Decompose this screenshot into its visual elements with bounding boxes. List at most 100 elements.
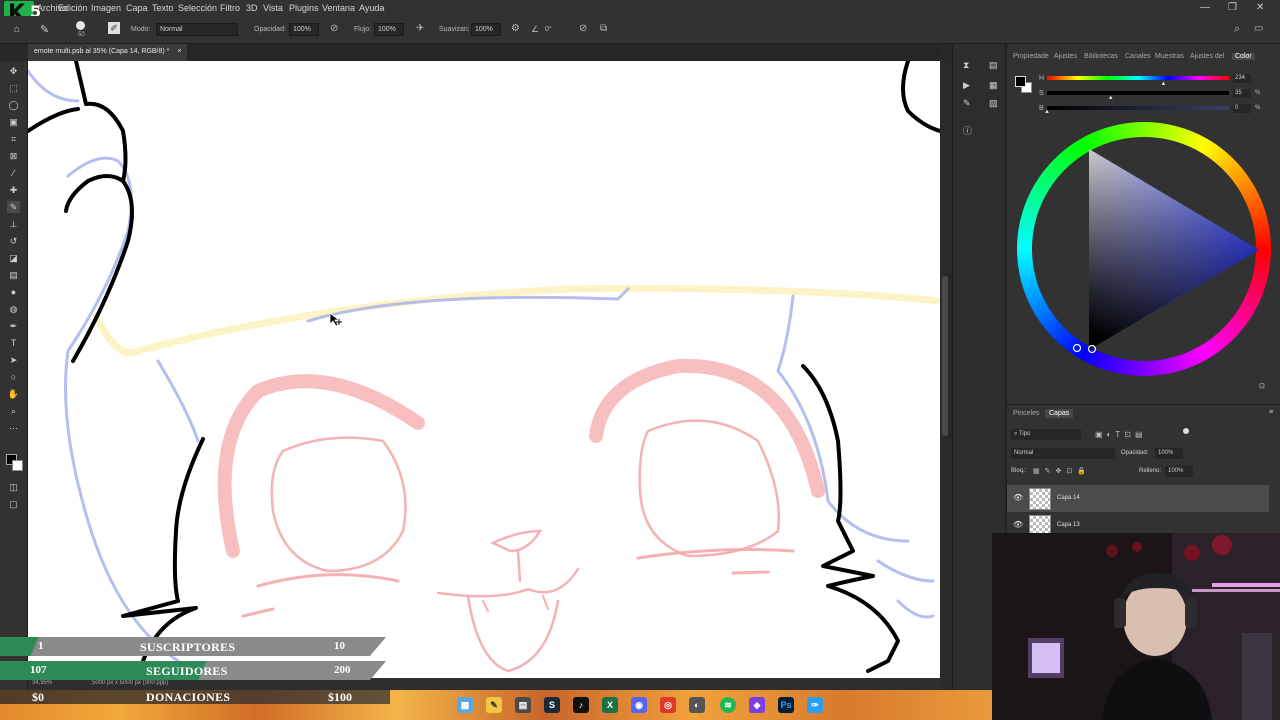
hue-slider-thumb[interactable]: ▲ bbox=[1160, 81, 1166, 87]
object-select-tool-icon[interactable]: ▣ bbox=[7, 116, 20, 128]
hand-tool-icon[interactable]: ✋ bbox=[7, 388, 20, 400]
shape-tool-icon[interactable]: ○ bbox=[7, 371, 20, 383]
drawing-canvas[interactable] bbox=[28, 61, 940, 690]
maximize-icon[interactable]: ❐ bbox=[1228, 2, 1237, 13]
quick-mask-icon[interactable]: ◫ bbox=[7, 481, 20, 493]
calculator-icon[interactable]: ▤ bbox=[515, 697, 531, 713]
tab-ajustes-del[interactable]: Ajustes del bbox=[1190, 53, 1224, 60]
canvas-vertical-scrollbar[interactable] bbox=[940, 61, 950, 690]
menu-filtro[interactable]: Filtro bbox=[220, 3, 240, 13]
flow-input[interactable]: 100% bbox=[374, 23, 404, 36]
crop-tool-icon[interactable]: ⌗ bbox=[7, 133, 20, 145]
info-panel-icon[interactable]: ⓘ bbox=[963, 124, 972, 137]
menu-vista[interactable]: Vista bbox=[263, 3, 283, 13]
filter-toggle-icon[interactable] bbox=[1183, 428, 1189, 434]
airbrush-icon[interactable]: ✈ bbox=[416, 23, 424, 34]
move-tool-icon[interactable]: ✥ bbox=[7, 65, 20, 77]
close-icon[interactable]: ✕ bbox=[1256, 2, 1264, 13]
tab-ajustes[interactable]: Ajustes bbox=[1054, 53, 1077, 60]
brightness-slider-thumb[interactable]: ▲ bbox=[1044, 109, 1050, 115]
menu-texto[interactable]: Texto bbox=[152, 3, 174, 13]
opacity-input[interactable]: 100% bbox=[289, 23, 319, 36]
saturation-slider-thumb[interactable]: ▲ bbox=[1108, 95, 1114, 101]
hue-value[interactable]: 234 bbox=[1233, 74, 1251, 83]
panel-foreground-swatch[interactable] bbox=[1015, 76, 1026, 87]
workspace-icon[interactable]: ▭ bbox=[1254, 23, 1263, 34]
tab-bibliotecas[interactable]: Bibliotecas bbox=[1084, 53, 1118, 60]
canvas-area[interactable] bbox=[28, 61, 940, 690]
symmetry-icon[interactable]: ⧉ bbox=[600, 23, 607, 34]
lock-icons[interactable]: ▦✎✥⊡🔒 bbox=[1033, 467, 1091, 475]
tab-muestras[interactable]: Muestras bbox=[1155, 53, 1184, 60]
discord-icon[interactable]: ◉ bbox=[631, 697, 647, 713]
menu-plugins[interactable]: Plugins bbox=[289, 3, 319, 13]
tab-propiedades[interactable]: Propiedade bbox=[1013, 53, 1049, 60]
mode-select[interactable]: Normal bbox=[156, 23, 238, 36]
panel-menu-icon[interactable]: ≡ bbox=[1269, 409, 1273, 416]
menu-edicion[interactable]: Edición bbox=[58, 3, 88, 13]
more-tools-icon[interactable]: ⋯ bbox=[7, 422, 20, 434]
tab-canales[interactable]: Canales bbox=[1125, 53, 1151, 60]
background-color-swatch[interactable] bbox=[12, 460, 23, 471]
actions-panel-icon[interactable]: ▶ bbox=[963, 80, 970, 91]
excel-icon[interactable]: X bbox=[602, 697, 618, 713]
layer-comps-icon[interactable]: ▤ bbox=[989, 60, 998, 71]
pen-tablet-icon[interactable]: ✑ bbox=[807, 697, 823, 713]
file-explorer-icon[interactable]: ▦ bbox=[457, 697, 473, 713]
layer-row-capa-14[interactable]: 👁 Capa 14 bbox=[1007, 485, 1269, 512]
layer-kind-filter[interactable]: ⌕ Tipo bbox=[1011, 429, 1081, 440]
pressure-size-icon[interactable]: ⊘ bbox=[579, 23, 587, 34]
cursor-app-icon[interactable]: ◈ bbox=[749, 697, 765, 713]
tab-capas[interactable]: Capas bbox=[1045, 409, 1074, 418]
saturation-slider[interactable] bbox=[1047, 91, 1229, 95]
blur-tool-icon[interactable]: ● bbox=[7, 286, 20, 298]
visibility-eye-icon[interactable]: 👁 bbox=[1013, 493, 1023, 502]
menu-ventana[interactable]: Ventana bbox=[322, 3, 355, 13]
zoom-tool-icon[interactable]: ⌕ bbox=[7, 405, 20, 417]
layer-opacity-input[interactable]: 100% bbox=[1155, 448, 1183, 459]
fill-input[interactable]: 100% bbox=[1165, 466, 1193, 477]
photoshop-icon[interactable]: Ps bbox=[778, 697, 794, 713]
scrollbar-thumb[interactable] bbox=[942, 276, 948, 436]
brush-tip-icon[interactable] bbox=[76, 21, 85, 30]
menu-imagen[interactable]: Imagen bbox=[91, 3, 121, 13]
layer-name[interactable]: Capa 13 bbox=[1057, 522, 1080, 528]
navigator-icon[interactable]: ▦ bbox=[989, 80, 998, 91]
menu-seleccion[interactable]: Selección bbox=[178, 3, 217, 13]
tab-pinceles[interactable]: Pinceles bbox=[1013, 410, 1039, 417]
history-brush-tool-icon[interactable]: ↺ bbox=[7, 235, 20, 247]
stamp-tool-icon[interactable]: ⊥ bbox=[7, 218, 20, 230]
angle-value[interactable]: 0° bbox=[545, 26, 552, 33]
type-tool-icon[interactable]: T bbox=[7, 337, 20, 349]
home-icon[interactable]: ⌂ bbox=[14, 24, 20, 35]
panel-expand-icon[interactable]: ⊡ bbox=[1259, 382, 1265, 390]
healing-tool-icon[interactable]: ✚ bbox=[7, 184, 20, 196]
tab-color[interactable]: Color bbox=[1232, 53, 1255, 60]
color-picker-ring[interactable] bbox=[1072, 343, 1082, 353]
minimize-icon[interactable]: — bbox=[1200, 2, 1210, 13]
visibility-eye-icon[interactable]: 👁 bbox=[1013, 520, 1023, 529]
eyedropper-tool-icon[interactable]: ⁄ bbox=[7, 167, 20, 179]
frame-tool-icon[interactable]: ⊠ bbox=[7, 150, 20, 162]
marquee-tool-icon[interactable]: ⬚ bbox=[7, 82, 20, 94]
smoothing-input[interactable]: 100% bbox=[471, 23, 501, 36]
pressure-opacity-icon[interactable]: ⊘ bbox=[330, 23, 338, 34]
brush-preset-icon[interactable]: ✎ bbox=[40, 23, 49, 36]
history-panel-icon[interactable]: ⧗ bbox=[963, 60, 969, 71]
layer-filter-icons[interactable]: ▣◐T⊡▤ bbox=[1095, 430, 1147, 439]
lasso-tool-icon[interactable]: ◯ bbox=[7, 99, 20, 111]
color-triangle[interactable] bbox=[1017, 122, 1271, 376]
screen-mode-icon[interactable]: ▢ bbox=[7, 498, 20, 510]
steam-icon[interactable]: S bbox=[544, 697, 560, 713]
menu-3d[interactable]: 3D bbox=[246, 3, 258, 13]
gradient-tool-icon[interactable]: ▤ bbox=[7, 269, 20, 281]
brightness-value[interactable]: 0 bbox=[1233, 104, 1251, 113]
brush-panel-icon[interactable]: ✎ bbox=[963, 98, 971, 109]
pen-tool-icon[interactable]: ✒ bbox=[7, 320, 20, 332]
eraser-tool-icon[interactable]: ◪ bbox=[7, 252, 20, 264]
layer-blend-mode[interactable]: Normal bbox=[1011, 448, 1115, 459]
menu-capa[interactable]: Capa bbox=[126, 3, 148, 13]
dodge-tool-icon[interactable]: ◍ bbox=[7, 303, 20, 315]
hue-slider[interactable] bbox=[1047, 76, 1229, 80]
brightness-slider[interactable] bbox=[1047, 106, 1229, 110]
